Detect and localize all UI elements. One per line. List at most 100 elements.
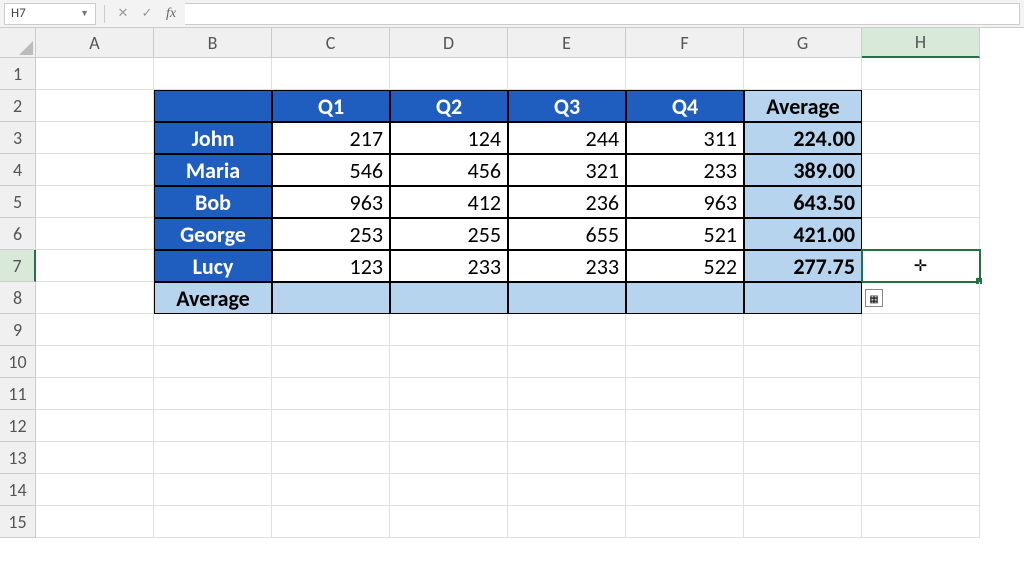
- col-head-G[interactable]: G: [744, 28, 862, 58]
- row-head-8[interactable]: 8: [0, 282, 36, 314]
- cell-B7[interactable]: Lucy: [154, 250, 272, 282]
- cell-E15[interactable]: [508, 506, 626, 538]
- row-head-9[interactable]: 9: [0, 314, 36, 346]
- cell-E2[interactable]: Q3: [508, 90, 626, 122]
- chevron-down-icon[interactable]: ▼: [80, 8, 89, 19]
- cell-D4[interactable]: 456: [390, 154, 508, 186]
- cell-H10[interactable]: [862, 346, 980, 378]
- cell-G4[interactable]: 389.00: [744, 154, 862, 186]
- cell-C5[interactable]: 963: [272, 186, 390, 218]
- cell-F5[interactable]: 963: [626, 186, 744, 218]
- row-head-11[interactable]: 11: [0, 378, 36, 410]
- cell-F3[interactable]: 311: [626, 122, 744, 154]
- cell-H1[interactable]: [862, 58, 980, 90]
- cell-G8[interactable]: ▦: [744, 282, 862, 314]
- cell-B13[interactable]: [154, 442, 272, 474]
- cell-C4[interactable]: 546: [272, 154, 390, 186]
- row-head-12[interactable]: 12: [0, 410, 36, 442]
- cell-A11[interactable]: [36, 378, 154, 410]
- cell-C14[interactable]: [272, 474, 390, 506]
- cell-A7[interactable]: [36, 250, 154, 282]
- cell-F11[interactable]: [626, 378, 744, 410]
- select-all-corner[interactable]: [0, 28, 36, 58]
- cell-D7[interactable]: 233: [390, 250, 508, 282]
- spreadsheet-grid[interactable]: A B C D E F G H 1 2 Q1 Q2 Q3 Q4 Average …: [0, 28, 1024, 538]
- fx-icon[interactable]: fx: [161, 4, 181, 24]
- cell-E11[interactable]: [508, 378, 626, 410]
- col-head-H[interactable]: H: [862, 28, 980, 58]
- cell-F12[interactable]: [626, 410, 744, 442]
- cell-E12[interactable]: [508, 410, 626, 442]
- row-head-15[interactable]: 15: [0, 506, 36, 538]
- cell-G12[interactable]: [744, 410, 862, 442]
- cell-B2[interactable]: [154, 90, 272, 122]
- cell-H15[interactable]: [862, 506, 980, 538]
- cell-H14[interactable]: [862, 474, 980, 506]
- col-head-C[interactable]: C: [272, 28, 390, 58]
- cell-C7[interactable]: 123: [272, 250, 390, 282]
- cell-F10[interactable]: [626, 346, 744, 378]
- cell-B14[interactable]: [154, 474, 272, 506]
- col-head-B[interactable]: B: [154, 28, 272, 58]
- cell-G3[interactable]: 224.00: [744, 122, 862, 154]
- cell-C15[interactable]: [272, 506, 390, 538]
- cell-B6[interactable]: George: [154, 218, 272, 250]
- col-head-A[interactable]: A: [36, 28, 154, 58]
- cell-D10[interactable]: [390, 346, 508, 378]
- cell-H2[interactable]: [862, 90, 980, 122]
- cell-G14[interactable]: [744, 474, 862, 506]
- cell-D3[interactable]: 124: [390, 122, 508, 154]
- cell-B15[interactable]: [154, 506, 272, 538]
- cell-C2[interactable]: Q1: [272, 90, 390, 122]
- cell-H5[interactable]: [862, 186, 980, 218]
- cell-E6[interactable]: 655: [508, 218, 626, 250]
- cell-B11[interactable]: [154, 378, 272, 410]
- col-head-D[interactable]: D: [390, 28, 508, 58]
- cell-A13[interactable]: [36, 442, 154, 474]
- col-head-F[interactable]: F: [626, 28, 744, 58]
- cell-E10[interactable]: [508, 346, 626, 378]
- cell-E9[interactable]: [508, 314, 626, 346]
- cell-A14[interactable]: [36, 474, 154, 506]
- cell-H8[interactable]: [862, 282, 980, 314]
- row-head-14[interactable]: 14: [0, 474, 36, 506]
- cell-B4[interactable]: Maria: [154, 154, 272, 186]
- cell-H3[interactable]: [862, 122, 980, 154]
- cell-D6[interactable]: 255: [390, 218, 508, 250]
- row-head-13[interactable]: 13: [0, 442, 36, 474]
- row-head-10[interactable]: 10: [0, 346, 36, 378]
- cell-F9[interactable]: [626, 314, 744, 346]
- cell-B10[interactable]: [154, 346, 272, 378]
- cell-B1[interactable]: [154, 58, 272, 90]
- cell-H12[interactable]: [862, 410, 980, 442]
- cancel-icon[interactable]: ✕: [113, 4, 133, 24]
- name-box[interactable]: H7 ▼: [4, 3, 96, 25]
- cell-F6[interactable]: 521: [626, 218, 744, 250]
- cell-A5[interactable]: [36, 186, 154, 218]
- cell-G2[interactable]: Average: [744, 90, 862, 122]
- row-head-2[interactable]: 2: [0, 90, 36, 122]
- cell-C8[interactable]: [272, 282, 390, 314]
- cell-C13[interactable]: [272, 442, 390, 474]
- row-head-3[interactable]: 3: [0, 122, 36, 154]
- cell-C9[interactable]: [272, 314, 390, 346]
- cell-B8[interactable]: Average: [154, 282, 272, 314]
- cell-G6[interactable]: 421.00: [744, 218, 862, 250]
- row-head-4[interactable]: 4: [0, 154, 36, 186]
- cell-A15[interactable]: [36, 506, 154, 538]
- cell-A4[interactable]: [36, 154, 154, 186]
- cell-A2[interactable]: [36, 90, 154, 122]
- cell-G5[interactable]: 643.50: [744, 186, 862, 218]
- cell-F1[interactable]: [626, 58, 744, 90]
- cell-A8[interactable]: [36, 282, 154, 314]
- cell-D14[interactable]: [390, 474, 508, 506]
- cell-D2[interactable]: Q2: [390, 90, 508, 122]
- cell-G7[interactable]: 277.75: [744, 250, 862, 282]
- cell-A9[interactable]: [36, 314, 154, 346]
- cell-B5[interactable]: Bob: [154, 186, 272, 218]
- cell-E7[interactable]: 233: [508, 250, 626, 282]
- row-head-5[interactable]: 5: [0, 186, 36, 218]
- cell-G13[interactable]: [744, 442, 862, 474]
- cell-D1[interactable]: [390, 58, 508, 90]
- cell-H6[interactable]: [862, 218, 980, 250]
